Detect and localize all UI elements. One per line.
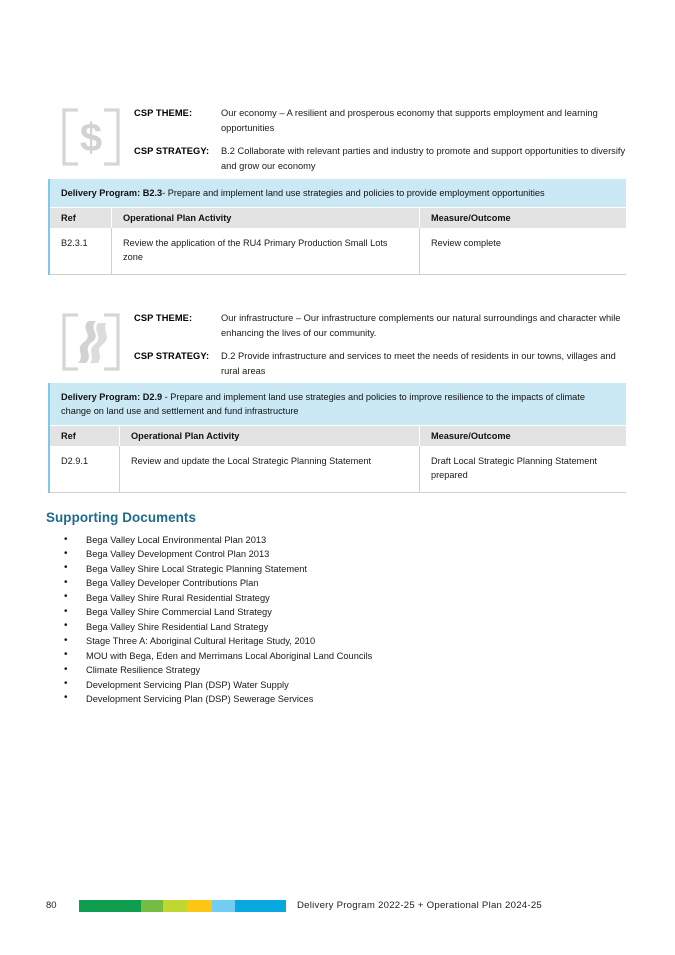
delivery-program-description: - Prepare and implement land use strateg… xyxy=(162,188,545,198)
footer-bar-segment-6 xyxy=(235,900,286,912)
footer-bar-segment-3 xyxy=(163,900,187,912)
csp-theme-value: Our economy – A resilient and prosperous… xyxy=(221,108,598,133)
list-item: Development Servicing Plan (DSP) Water S… xyxy=(46,677,566,692)
document-page: $ CSP THEME: Our economy – A resilient a… xyxy=(0,0,675,955)
dollar-in-brackets-icon: $ xyxy=(48,104,134,168)
list-item: Bega Valley Local Environmental Plan 201… xyxy=(46,532,566,547)
cell-measure: Draft Local Strategic Planning Statement… xyxy=(431,456,597,481)
csp-strategy-label: CSP STRATEGY: xyxy=(134,146,210,156)
delivery-program-ref: Delivery Program: B2.3 xyxy=(61,188,163,198)
column-header-measure: Measure/Outcome xyxy=(431,431,511,442)
delivery-program-ref: Delivery Program: D2.9 xyxy=(61,392,163,402)
csp-theme-row: CSP THEME: Our infrastructure – Our infr… xyxy=(134,311,628,340)
delivery-program-banner: Delivery Program: D2.9 - Prepare and imp… xyxy=(50,383,626,426)
table-header-row: Ref Operational Plan Activity Measure/Ou… xyxy=(50,207,626,229)
table-row: B2.3.1 Review the application of the RU4… xyxy=(50,228,626,276)
csp-block-economy: $ CSP THEME: Our economy – A resilient a… xyxy=(48,104,628,182)
list-item: Climate Resilience Strategy xyxy=(46,663,566,678)
list-item: Bega Valley Development Control Plan 201… xyxy=(46,547,566,562)
list-item: Stage Three A: Aboriginal Cultural Herit… xyxy=(46,634,566,649)
list-item: Bega Valley Shire Commercial Land Strate… xyxy=(46,605,566,620)
csp-theme-label: CSP THEME: xyxy=(134,108,193,118)
table-row: D2.9.1 Review and update the Local Strat… xyxy=(50,446,626,494)
table-header-row: Ref Operational Plan Activity Measure/Ou… xyxy=(50,425,626,447)
cell-activity: Review and update the Local Strategic Pl… xyxy=(120,446,420,493)
list-item: Bega Valley Developer Contributions Plan xyxy=(46,576,566,591)
delivery-program-banner: Delivery Program: B2.3- Prepare and impl… xyxy=(50,179,626,208)
csp-strategy-row: CSP STRATEGY: B.2 Collaborate with relev… xyxy=(134,144,628,173)
csp-block-infrastructure: CSP THEME: Our infrastructure – Our infr… xyxy=(48,309,628,387)
column-header-ref: Ref xyxy=(50,426,120,447)
csp-theme-row: CSP THEME: Our economy – A resilient and… xyxy=(134,106,628,135)
list-item: Bega Valley Shire Residential Land Strat… xyxy=(46,619,566,634)
footer-bar-segment-5 xyxy=(212,900,235,912)
supporting-documents-heading: Supporting Documents xyxy=(46,510,197,525)
footer-color-bar xyxy=(79,900,286,912)
winding-road-in-brackets-icon xyxy=(48,309,134,373)
column-header-measure: Measure/Outcome xyxy=(431,213,511,224)
cell-activity: Review the application of the RU4 Primar… xyxy=(112,228,420,275)
cell-ref: D2.9.1 xyxy=(50,446,120,493)
list-item: MOU with Bega, Eden and Merrimans Local … xyxy=(46,648,566,663)
delivery-program-table-d29: Delivery Program: D2.9 - Prepare and imp… xyxy=(48,383,626,494)
cell-measure: Review complete xyxy=(431,238,501,249)
csp-theme-value: Our infrastructure – Our infrastructure … xyxy=(221,313,621,338)
csp-strategy-value: B.2 Collaborate with relevant parties an… xyxy=(221,146,626,171)
list-item: Development Servicing Plan (DSP) Sewerag… xyxy=(46,691,566,706)
cell-ref: B2.3.1 xyxy=(50,228,112,275)
delivery-program-table-b23: Delivery Program: B2.3- Prepare and impl… xyxy=(48,179,626,276)
footer-bar-segment-1 xyxy=(79,900,141,912)
csp-rows: CSP THEME: Our economy – A resilient and… xyxy=(134,104,628,182)
footer-bar-segment-2 xyxy=(141,900,163,912)
csp-strategy-label: CSP STRATEGY: xyxy=(134,351,210,361)
footer-bar-segment-4 xyxy=(187,900,212,912)
supporting-documents-list: Bega Valley Local Environmental Plan 201… xyxy=(46,532,566,706)
column-header-activity: Operational Plan Activity xyxy=(120,426,420,447)
column-header-activity: Operational Plan Activity xyxy=(112,208,420,229)
csp-theme-label: CSP THEME: xyxy=(134,313,193,323)
csp-strategy-value: D.2 Provide infrastructure and services … xyxy=(221,351,616,376)
csp-strategy-row: CSP STRATEGY: D.2 Provide infrastructure… xyxy=(134,349,628,378)
list-item: Bega Valley Shire Local Strategic Planni… xyxy=(46,561,566,576)
footer-page-number: 80 xyxy=(46,900,57,911)
csp-rows: CSP THEME: Our infrastructure – Our infr… xyxy=(134,309,628,387)
list-item: Bega Valley Shire Rural Residential Stra… xyxy=(46,590,566,605)
svg-text:$: $ xyxy=(80,116,102,160)
column-header-ref: Ref xyxy=(50,208,112,229)
footer-text: Delivery Program 2022-25 + Operational P… xyxy=(297,900,543,911)
